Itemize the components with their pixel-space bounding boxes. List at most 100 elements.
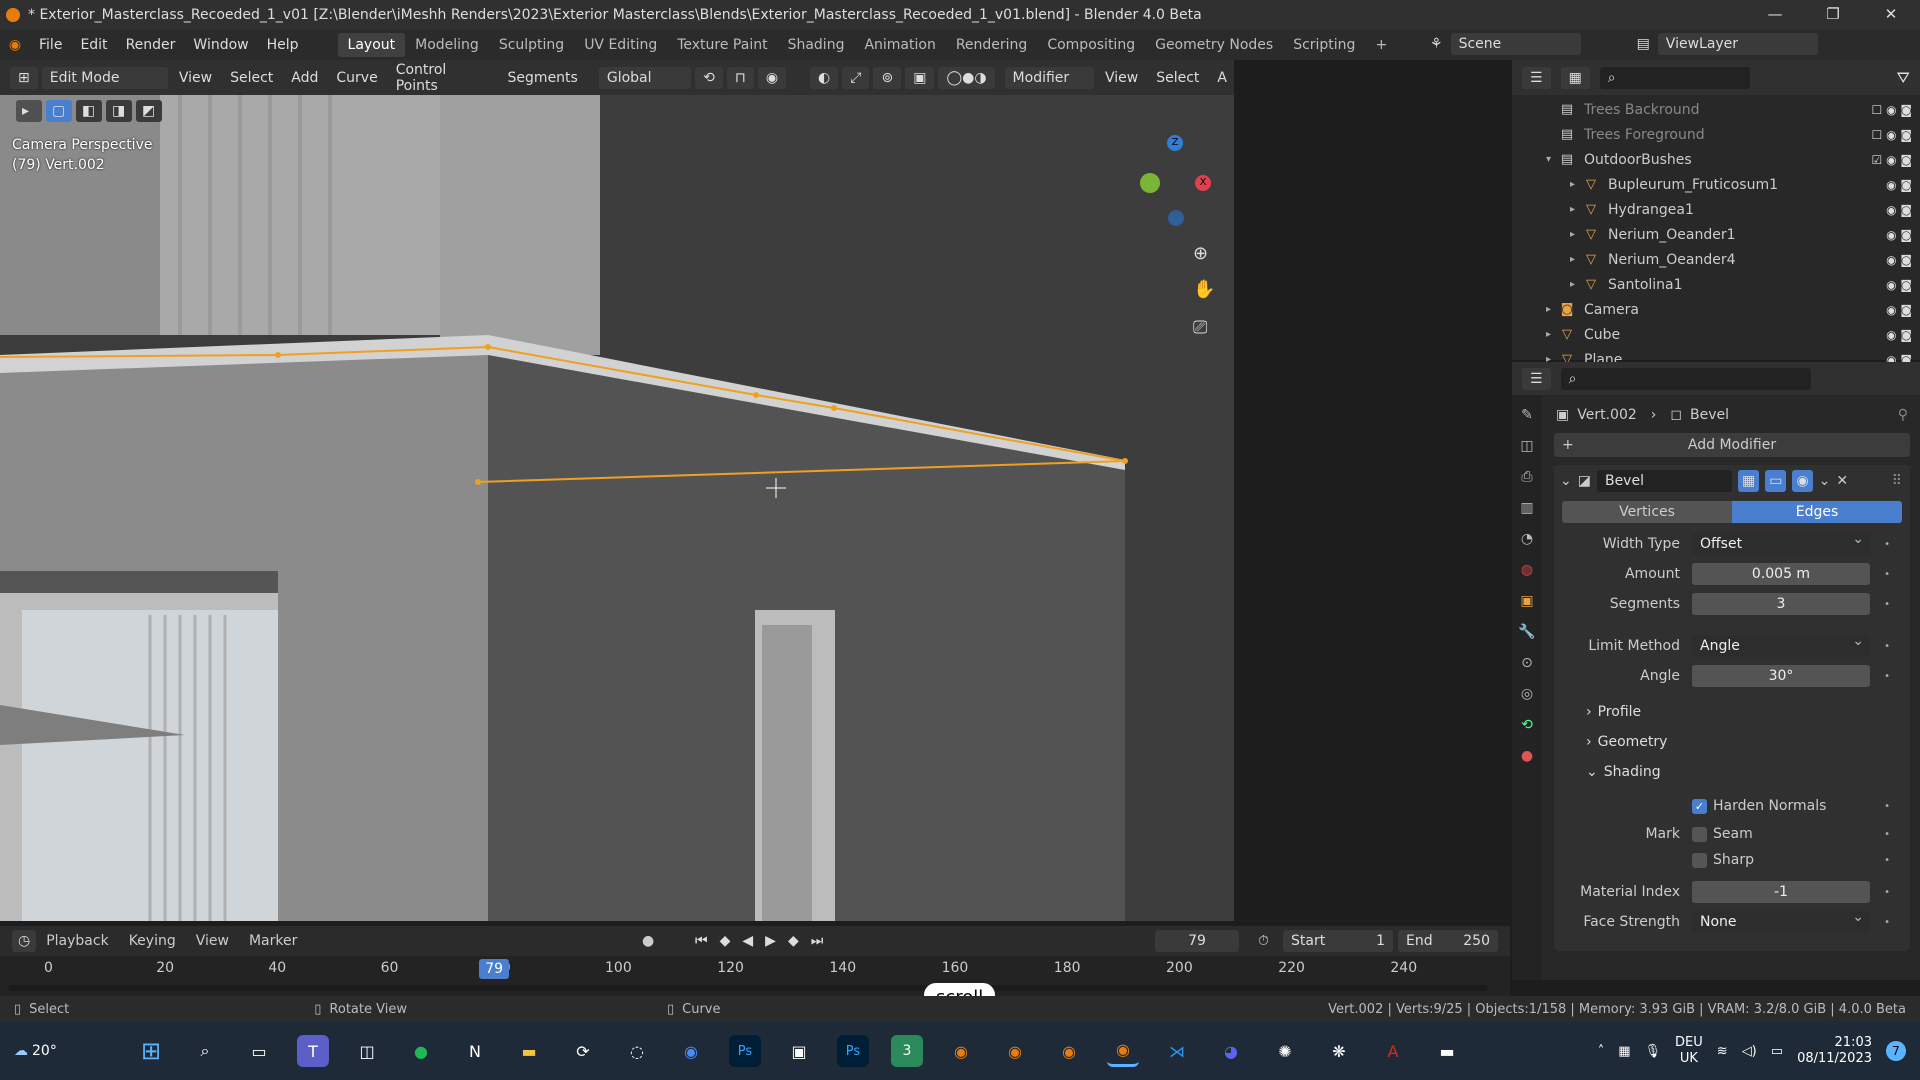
gizmo-x-axis[interactable]: X xyxy=(1195,175,1211,191)
tab-rendering[interactable]: Rendering xyxy=(946,33,1038,57)
select-invert-icon[interactable]: ◩ xyxy=(136,100,162,122)
modifier-name-input[interactable]: Bevel xyxy=(1596,470,1732,492)
face-strength-select[interactable]: None xyxy=(1692,909,1870,933)
outliner-item[interactable]: ▸ ▽ Santolina1 ◉ ◙ xyxy=(1512,272,1920,297)
viewlayer-icon[interactable]: ▤ xyxy=(1637,36,1650,52)
material-index-field[interactable]: -1 xyxy=(1692,881,1870,903)
add-workspace-icon[interactable]: + xyxy=(1365,33,1397,57)
search-icon[interactable]: ⌕ xyxy=(189,1035,221,1067)
wifi-icon[interactable]: ≋ xyxy=(1717,1044,1728,1059)
editor-type-icon[interactable]: ⊞ xyxy=(10,66,38,89)
add-modifier-button[interactable]: + Add Modifier xyxy=(1554,433,1910,457)
playhead[interactable]: 79 xyxy=(479,959,510,979)
geometry-subpanel[interactable]: › Geometry xyxy=(1554,727,1910,757)
menu-file[interactable]: File xyxy=(30,37,71,53)
scene-icon[interactable]: ⚘ xyxy=(1430,36,1443,52)
tab-layout[interactable]: Layout xyxy=(337,32,406,57)
outliner-item[interactable]: ▸ ▽ Cube ◉ ◙ xyxy=(1512,322,1920,347)
weather-widget[interactable]: ☁ 20° xyxy=(14,1043,124,1059)
pin-icon[interactable]: ⚲ xyxy=(1898,407,1908,423)
timeline[interactable]: 020406080100120140160180200220240 79 xyxy=(0,956,1510,996)
scene-selector[interactable]: Scene xyxy=(1450,33,1581,55)
minimize-button[interactable]: — xyxy=(1746,0,1804,29)
visibility-toggles[interactable]: ◉ ◙ xyxy=(1886,278,1912,292)
select-extend-icon[interactable]: ◧ xyxy=(76,100,102,122)
angle-field[interactable]: 30° xyxy=(1692,665,1870,687)
visibility-toggles[interactable]: ◉ ◙ xyxy=(1886,328,1912,342)
dropdown-icon[interactable]: ⌄ xyxy=(1819,473,1831,489)
outliner-editor-icon[interactable]: ☰ xyxy=(1522,66,1551,89)
app-icon-1[interactable]: ◫ xyxy=(351,1035,383,1067)
collapsed-arrow-icon[interactable]: ▸ xyxy=(1546,329,1558,340)
visibility-toggles[interactable]: ◉ ◙ xyxy=(1886,228,1912,242)
jump-start-icon[interactable]: ⏮ xyxy=(695,933,708,949)
photoshop-icon[interactable]: Ps xyxy=(729,1035,761,1067)
visibility-icon[interactable]: ◐ xyxy=(810,66,839,89)
pivot-icon[interactable]: ⟲ xyxy=(695,66,723,89)
editmode-toggle-icon[interactable]: ▦ xyxy=(1737,470,1760,492)
display-mode-icon[interactable]: ▦ xyxy=(1560,66,1590,89)
tray-app-icon[interactable]: ▦ xyxy=(1618,1044,1630,1059)
sharp-checkbox[interactable] xyxy=(1692,852,1707,868)
render-tab-icon[interactable]: ◫ xyxy=(1520,438,1533,454)
visibility-toggles[interactable]: ☐ ◉ ◙ xyxy=(1872,103,1913,117)
tray-chevron-icon[interactable]: ˄ xyxy=(1598,1044,1605,1059)
limit-method-select[interactable]: Angle xyxy=(1692,633,1870,657)
blender-taskbar-icon-4[interactable]: ◉ xyxy=(1107,1035,1139,1067)
tab-compositing[interactable]: Compositing xyxy=(1037,33,1145,57)
seam-checkbox[interactable] xyxy=(1692,826,1707,842)
menu-view[interactable]: View xyxy=(172,70,219,86)
segments-field[interactable]: 3 xyxy=(1692,593,1870,615)
close-button[interactable]: ✕ xyxy=(1862,0,1920,29)
zoom-icon[interactable]: ⊕ xyxy=(1193,243,1208,264)
select-subtract-icon[interactable]: ◨ xyxy=(106,100,132,122)
view-layer-tab-icon[interactable]: ▥ xyxy=(1520,500,1533,516)
pan-hand-icon[interactable]: ✋ xyxy=(1193,279,1215,300)
chrome-icon[interactable]: ◉ xyxy=(675,1035,707,1067)
drag-handle-icon[interactable]: ⠿ xyxy=(1892,473,1902,489)
visibility-toggles[interactable]: ◉ ◙ xyxy=(1886,178,1912,192)
tab-scripting[interactable]: Scripting xyxy=(1283,33,1365,57)
app-icon-4[interactable]: 3 xyxy=(891,1035,923,1067)
outliner-item[interactable]: ▤ Trees Foreground ☐ ◉ ◙ xyxy=(1512,122,1920,147)
prev-keyframe-icon[interactable]: ◆ xyxy=(720,933,731,949)
tab-modeling[interactable]: Modeling xyxy=(405,33,489,57)
collapsed-arrow-icon[interactable]: ▸ xyxy=(1570,204,1582,215)
current-frame-field[interactable]: 79 xyxy=(1155,930,1239,952)
start-icon[interactable]: ⊞ xyxy=(135,1035,167,1067)
openai-icon[interactable]: ✺ xyxy=(1269,1035,1301,1067)
play-icon[interactable]: ▶ xyxy=(765,933,776,949)
viewlayer-selector[interactable]: ViewLayer xyxy=(1657,33,1818,55)
scene-tab-icon[interactable]: ◔ xyxy=(1521,531,1533,547)
menu-marker[interactable]: Marker xyxy=(239,933,307,949)
start-frame-field[interactable]: Start 1 xyxy=(1283,930,1393,952)
visibility-toggles[interactable]: ◉ ◙ xyxy=(1886,253,1912,267)
app-icon-2[interactable]: ◌ xyxy=(621,1035,653,1067)
amount-field[interactable]: 0.005 m xyxy=(1692,563,1870,585)
outliner-item[interactable]: ▤ Trees Backround ☐ ◉ ◙ xyxy=(1512,97,1920,122)
box-select-icon[interactable]: ▢ xyxy=(46,100,72,122)
navigation-gizmo[interactable]: Z X xyxy=(1130,135,1211,226)
maximize-button[interactable]: ❐ xyxy=(1804,0,1862,29)
blender-taskbar-icon-3[interactable]: ◉ xyxy=(1053,1035,1085,1067)
collapsed-arrow-icon[interactable]: ▸ xyxy=(1546,304,1558,315)
timeline-scrollbar[interactable] xyxy=(8,985,1488,991)
object-tab-icon[interactable]: ▣ xyxy=(1520,593,1533,609)
outliner-select-menu[interactable]: Select xyxy=(1149,70,1206,86)
notion-icon[interactable]: N xyxy=(459,1035,491,1067)
collapsed-arrow-icon[interactable]: ▸ xyxy=(1570,179,1582,190)
particles-tab-icon[interactable]: ⊙ xyxy=(1521,655,1533,671)
menu-curve[interactable]: Curve xyxy=(329,70,384,86)
properties-editor-icon[interactable]: ☰ xyxy=(1522,367,1551,390)
terminal-icon[interactable]: ▬ xyxy=(1431,1035,1463,1067)
remove-modifier-icon[interactable]: ✕ xyxy=(1836,473,1848,489)
shading-subpanel[interactable]: ⌄ Shading xyxy=(1554,757,1910,787)
photoshop-icon-2[interactable]: Ps xyxy=(837,1035,869,1067)
tab-animation[interactable]: Animation xyxy=(854,33,945,57)
width-type-select[interactable]: Offset xyxy=(1692,531,1870,555)
modifier-menu[interactable]: Modifier xyxy=(1004,66,1094,89)
blender-logo-icon[interactable]: ◉ xyxy=(0,37,30,53)
stopwatch-icon[interactable]: ⏱ xyxy=(1258,933,1269,949)
language-indicator[interactable]: DEU UK xyxy=(1675,1035,1703,1067)
menu-window[interactable]: Window xyxy=(184,37,257,53)
